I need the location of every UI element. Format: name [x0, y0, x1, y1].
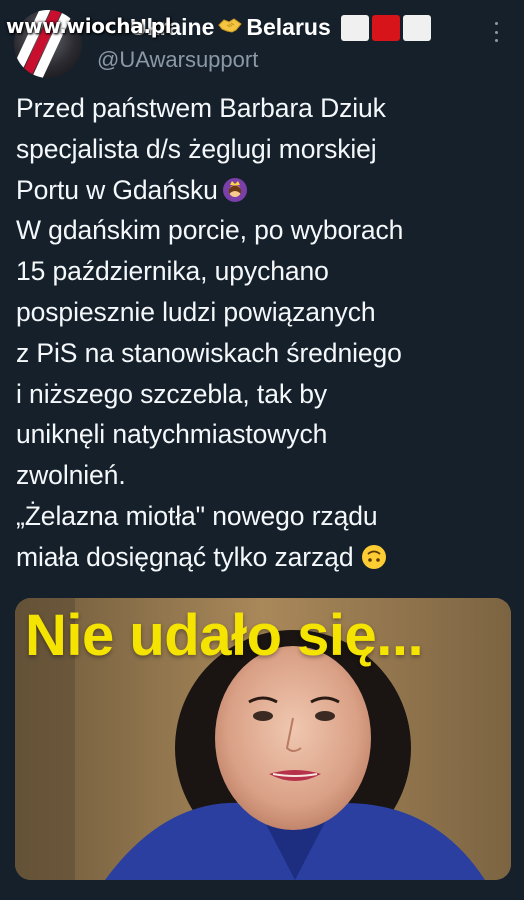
handshake-icon [218, 16, 243, 40]
author-handle[interactable]: @UAwarsupport [97, 47, 258, 73]
flag-icon [340, 14, 434, 41]
princess-emoji [222, 174, 248, 202]
tweet-line: 15 października, upychano [16, 256, 329, 287]
tweet-line: z PiS na stanowiskach średniego [16, 337, 402, 368]
media-caption: Nie udało się... [25, 603, 424, 668]
tweet-line: W gdańskim porcie, po wyborach [16, 215, 404, 246]
site-watermark: www.wiocha.pl [6, 14, 172, 38]
tweet-line: pospiesznie ludzi powiązanych [16, 296, 376, 327]
tweet-card: www.wiocha.pl Ukraine Belarus @UAwarsupp… [0, 0, 524, 900]
tweet-media-image[interactable]: Nie udało się... [15, 598, 511, 880]
tweet-line: zwolnień. [16, 460, 126, 491]
tweet-line: i niższego szczebla, tak by [16, 378, 328, 409]
display-name-suffix: Belarus [246, 14, 331, 40]
tweet-text: Przed państwem Barbara Dziuk specjalista… [16, 88, 516, 578]
tweet-line: uniknęli natychmiastowych [16, 419, 328, 450]
tweet-line: „Żelazna miotła" nowego rządu [16, 500, 378, 531]
tweet-line: Portu w Gdańsku [16, 170, 516, 211]
tweet-line: specjalista d/s żeglugi morskiej [16, 133, 377, 164]
upside-down-face-emoji [361, 541, 387, 569]
tweet-line: miała dosięgnąć tylko zarząd [16, 537, 516, 578]
tweet-line: Przed państwem Barbara Dziuk [16, 93, 386, 123]
more-options-icon[interactable] [486, 22, 506, 42]
